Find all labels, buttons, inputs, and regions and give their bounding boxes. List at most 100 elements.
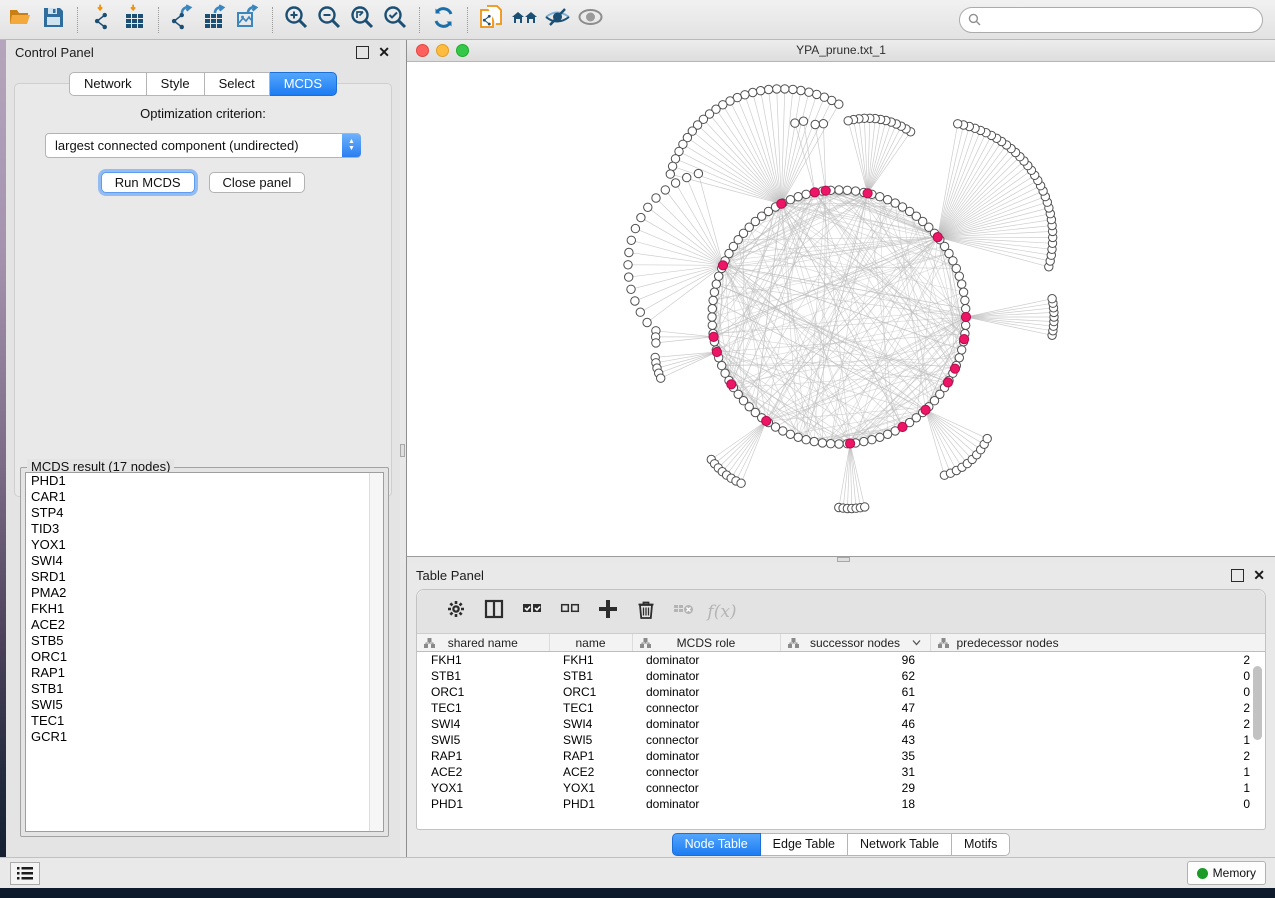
graph-node[interactable] bbox=[661, 186, 669, 194]
tab-network-table[interactable]: Network Table bbox=[848, 833, 952, 856]
settings-button[interactable] bbox=[437, 597, 475, 626]
window-minimize-icon[interactable] bbox=[436, 44, 449, 57]
graph-node[interactable] bbox=[631, 224, 639, 232]
graph-node[interactable] bbox=[959, 288, 967, 296]
table-row[interactable]: STB1STB1dominator620 bbox=[417, 668, 1265, 684]
result-list-item[interactable]: SWI5 bbox=[26, 697, 383, 713]
graph-node[interactable] bbox=[983, 434, 991, 442]
unselect-all-button[interactable] bbox=[551, 597, 589, 626]
memory-button[interactable]: Memory bbox=[1187, 861, 1266, 885]
graph-node[interactable] bbox=[818, 439, 826, 447]
result-list-item[interactable]: PHD1 bbox=[26, 473, 383, 489]
graph-node[interactable] bbox=[813, 90, 821, 98]
graph-node[interactable] bbox=[694, 169, 702, 177]
graph-node-selected[interactable] bbox=[933, 233, 942, 242]
graph-node[interactable] bbox=[1048, 295, 1056, 303]
table-row[interactable]: TEC1TEC1connector472 bbox=[417, 700, 1265, 716]
export-table-button[interactable] bbox=[199, 4, 232, 36]
column-header-name[interactable]: name bbox=[549, 634, 632, 652]
import-table-button[interactable] bbox=[118, 4, 151, 36]
tab-motifs[interactable]: Motifs bbox=[952, 833, 1010, 856]
window-maximize-icon[interactable] bbox=[456, 44, 469, 57]
graph-node-selected[interactable] bbox=[718, 261, 727, 270]
result-list-item[interactable]: ORC1 bbox=[26, 649, 383, 665]
tab-mcds[interactable]: MCDS bbox=[270, 72, 337, 96]
graph-node[interactable] bbox=[799, 117, 807, 125]
result-list-item[interactable]: PMA2 bbox=[26, 585, 383, 601]
graph-node[interactable] bbox=[710, 288, 718, 296]
first-neighbors-button[interactable] bbox=[508, 4, 541, 36]
float-table-panel-icon[interactable] bbox=[1231, 569, 1244, 582]
table-row[interactable]: PHD1PHD1dominator180 bbox=[417, 796, 1265, 812]
graph-node[interactable] bbox=[756, 87, 764, 95]
column-header-predecessor-nodes[interactable]: predecessor nodes bbox=[930, 634, 1265, 652]
graph-node[interactable] bbox=[860, 437, 868, 445]
graph-node[interactable] bbox=[644, 203, 652, 211]
zoom-fit-button[interactable] bbox=[346, 4, 379, 36]
open-button[interactable] bbox=[4, 4, 37, 36]
search-box[interactable] bbox=[959, 7, 1263, 33]
graph-node-selected[interactable] bbox=[762, 416, 771, 425]
window-close-icon[interactable] bbox=[416, 44, 429, 57]
graph-node[interactable] bbox=[631, 297, 639, 305]
tab-node-table[interactable]: Node Table bbox=[672, 833, 761, 856]
graph-node[interactable] bbox=[844, 117, 852, 125]
graph-node[interactable] bbox=[652, 194, 660, 202]
graph-node-selected[interactable] bbox=[846, 439, 855, 448]
result-list-item[interactable]: ACE2 bbox=[26, 617, 383, 633]
graph-node[interactable] bbox=[715, 272, 723, 280]
graph-node-selected[interactable] bbox=[943, 378, 952, 387]
table-row[interactable]: SWI5SWI5connector431 bbox=[417, 732, 1265, 748]
zoom-selected-button[interactable] bbox=[379, 4, 412, 36]
export-image-button[interactable] bbox=[232, 4, 265, 36]
graph-node-selected[interactable] bbox=[863, 189, 872, 198]
graph-node[interactable] bbox=[958, 280, 966, 288]
network-window-titlebar[interactable]: YPA_prune.txt_1 bbox=[407, 40, 1275, 62]
graph-node[interactable] bbox=[811, 120, 819, 128]
graph-node-selected[interactable] bbox=[777, 199, 786, 208]
graph-node[interactable] bbox=[861, 503, 869, 511]
result-list-scrollbar[interactable] bbox=[369, 473, 383, 831]
graph-node[interactable] bbox=[952, 264, 960, 272]
graph-node[interactable] bbox=[668, 162, 676, 170]
graph-node[interactable] bbox=[627, 285, 635, 293]
graph-node[interactable] bbox=[709, 296, 717, 304]
graph-node[interactable] bbox=[737, 479, 745, 487]
graph-node[interactable] bbox=[954, 120, 962, 128]
result-list-item[interactable]: YOX1 bbox=[26, 537, 383, 553]
graph-node[interactable] bbox=[805, 88, 813, 96]
table-row[interactable]: ACE2ACE2connector311 bbox=[417, 764, 1265, 780]
graph-node[interactable] bbox=[712, 280, 720, 288]
tab-style[interactable]: Style bbox=[147, 72, 205, 96]
result-list-item[interactable]: STB5 bbox=[26, 633, 383, 649]
export-network-button[interactable] bbox=[166, 4, 199, 36]
graph-node[interactable] bbox=[835, 186, 843, 194]
graph-node[interactable] bbox=[637, 213, 645, 221]
graph-node[interactable] bbox=[636, 308, 644, 316]
graph-node[interactable] bbox=[764, 85, 772, 93]
float-panel-icon[interactable] bbox=[356, 46, 369, 59]
table-row[interactable]: RAP1RAP1dominator352 bbox=[417, 748, 1265, 764]
graph-node[interactable] bbox=[835, 440, 843, 448]
graph-node[interactable] bbox=[786, 196, 794, 204]
graph-node[interactable] bbox=[876, 433, 884, 441]
graph-node[interactable] bbox=[876, 193, 884, 201]
close-table-panel-icon[interactable]: ✕ bbox=[1253, 570, 1265, 581]
graph-node-selected[interactable] bbox=[898, 422, 907, 431]
graph-node[interactable] bbox=[666, 170, 674, 178]
graph-node[interactable] bbox=[794, 193, 802, 201]
vertical-split-divider[interactable] bbox=[400, 40, 407, 858]
graph-node-selected[interactable] bbox=[950, 364, 959, 373]
graph-node[interactable] bbox=[781, 85, 789, 93]
graph-node[interactable] bbox=[625, 273, 633, 281]
result-list-item[interactable]: RAP1 bbox=[26, 665, 383, 681]
result-list-item[interactable]: GCR1 bbox=[26, 729, 383, 745]
search-input[interactable] bbox=[981, 12, 1254, 28]
graph-node[interactable] bbox=[708, 313, 716, 321]
column-header-shared-name[interactable]: shared name bbox=[417, 634, 549, 652]
graph-node[interactable] bbox=[749, 88, 757, 96]
graph-node[interactable] bbox=[797, 86, 805, 94]
result-list-item[interactable]: TEC1 bbox=[26, 713, 383, 729]
graph-node[interactable] bbox=[718, 361, 726, 369]
graph-node[interactable] bbox=[810, 437, 818, 445]
